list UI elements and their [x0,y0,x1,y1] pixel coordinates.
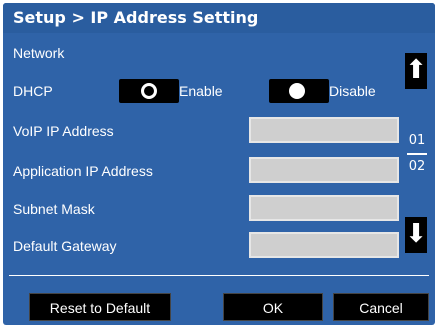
radio-unselected-icon [141,83,157,99]
default-gateway-input[interactable] [249,232,399,258]
page-separator [407,153,427,155]
page-down-button[interactable]: ⬇ [405,217,427,253]
voip-ip-label: VoIP IP Address [13,123,114,139]
divider [9,275,429,276]
subnet-mask-label: Subnet Mask [13,201,95,217]
dhcp-disable-label: Disable [329,83,376,99]
cancel-button[interactable]: Cancel [333,293,429,321]
voip-ip-input[interactable] [249,117,399,143]
application-ip-input[interactable] [249,157,399,183]
default-gateway-label: Default Gateway [13,238,117,254]
subnet-mask-input[interactable] [249,195,399,221]
application-ip-label: Application IP Address [13,163,153,179]
ip-address-setting-window: Setup > IP Address Setting Network DHCP … [3,3,435,325]
dhcp-enable-label: Enable [179,83,223,99]
reset-to-default-button[interactable]: Reset to Default [29,293,171,321]
dhcp-enable-radio[interactable] [119,79,179,103]
page-up-button[interactable]: ⬆ [405,53,427,89]
dhcp-label: DHCP [13,83,53,99]
down-arrow-icon: ⬇ [405,219,427,249]
page-total: 02 [408,159,426,174]
up-arrow-icon: ⬆ [405,55,427,85]
page-title: Setup > IP Address Setting [3,3,435,33]
network-section-label: Network [13,45,65,61]
dhcp-disable-radio[interactable] [269,79,329,103]
ok-button[interactable]: OK [223,293,323,321]
page-current: 01 [408,133,426,148]
radio-selected-icon [289,83,305,99]
